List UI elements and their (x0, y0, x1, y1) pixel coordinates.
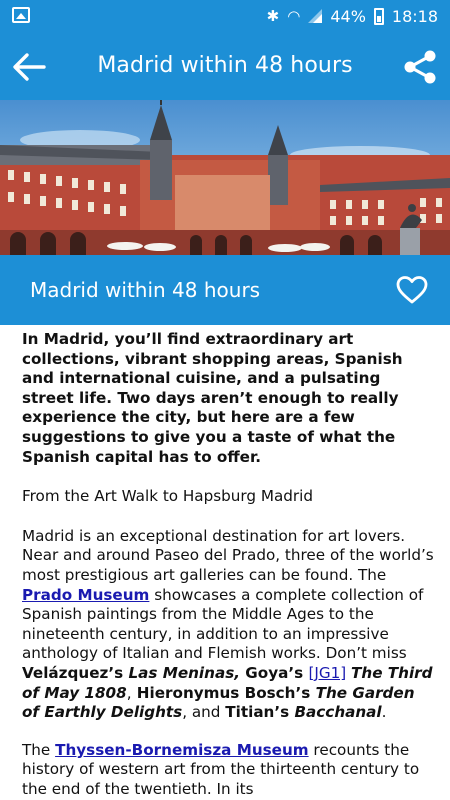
hero-image-plaza-mayor (0, 100, 450, 255)
heart-outline-icon[interactable] (396, 275, 428, 305)
artwork-las-meninas: Las Meninas, (128, 663, 241, 682)
artwork-bacchanal: Bacchanal (294, 703, 382, 722)
status-indicators: ✱ ◠ 44% 18:18 (267, 0, 438, 32)
clock: 18:18 (391, 6, 438, 26)
cell-signal-icon (308, 9, 323, 23)
app-bar-title: Madrid within 48 hours (97, 53, 353, 78)
article-content: In Madrid, you’ll find extraordinary art… (22, 330, 434, 800)
artist-velazquez: Velázquez’s (22, 663, 129, 682)
article-paragraph-2: The Thyssen-Bornemisza Museum recounts t… (22, 741, 434, 800)
text-run: , and (182, 703, 226, 722)
app-bar: Madrid within 48 hours (0, 32, 450, 100)
link-thyssen-museum[interactable]: Thyssen-Bornemisza Museum (55, 741, 309, 759)
article-intro: In Madrid, you’ll find extraordinary art… (22, 330, 403, 466)
artist-bosch: Hieronymus Bosch’s (131, 683, 316, 702)
wifi-icon: ◠ (287, 6, 301, 25)
article-paragraph-1: Madrid is an exceptional destination for… (22, 527, 434, 723)
link-prado-museum[interactable]: Prado Museum (22, 586, 149, 604)
link-jg1-comment[interactable]: [JG1] (308, 664, 346, 682)
bluetooth-icon: ✱ (266, 6, 280, 25)
battery-icon (373, 7, 384, 25)
artist-goya: Goya’s (240, 663, 309, 682)
text-run: The (22, 740, 56, 759)
artist-titian: Titian’s (225, 703, 295, 722)
share-icon[interactable] (402, 50, 438, 84)
text-run: Madrid is an exceptional destination for… (22, 526, 434, 584)
card-title: Madrid within 48 hours (30, 278, 261, 302)
title-bar: Madrid within 48 hours (0, 255, 450, 325)
battery-percent: 44% (330, 6, 366, 26)
section-heading: From the Art Walk to Hapsburg Madrid (22, 487, 314, 506)
gallery-notification-icon (12, 7, 30, 23)
text-run: . (381, 703, 387, 722)
status-bar: ✱ ◠ 44% 18:18 (0, 0, 450, 32)
